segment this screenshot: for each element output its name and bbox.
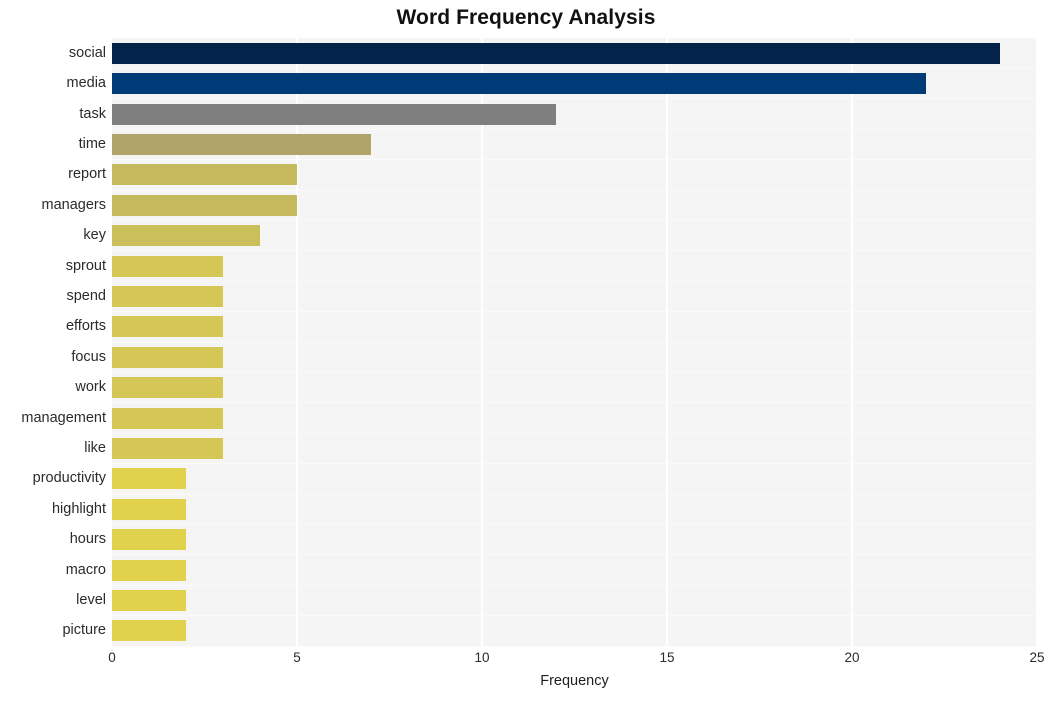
y-tick-label-key: key bbox=[83, 227, 106, 244]
row-separator bbox=[112, 311, 1037, 313]
y-tick-label-focus: focus bbox=[71, 348, 106, 365]
row-separator bbox=[112, 615, 1037, 617]
bar-highlight bbox=[112, 498, 186, 520]
y-tick-label-level: level bbox=[76, 591, 106, 608]
y-tick-label-work: work bbox=[75, 379, 106, 396]
y-tick-label-sprout: sprout bbox=[65, 257, 106, 274]
y-tick-label-time: time bbox=[78, 135, 106, 152]
bar-picture bbox=[112, 620, 186, 642]
y-axis-labels: social media task time report managers key spro… bbox=[0, 38, 106, 646]
y-tick-label-efforts: efforts bbox=[65, 318, 106, 335]
row-separator bbox=[112, 463, 1037, 465]
y-tick-label-picture: picture bbox=[62, 622, 106, 639]
y-tick-label-spend: spend bbox=[66, 287, 106, 304]
bar-management bbox=[112, 407, 223, 429]
row-separator bbox=[112, 67, 1037, 69]
x-tick-label-20: 20 bbox=[844, 650, 860, 665]
bar-key bbox=[112, 225, 260, 247]
bar-managers bbox=[112, 194, 297, 216]
row-separator bbox=[112, 402, 1037, 404]
y-tick-label-productivity: productivity bbox=[32, 470, 106, 487]
bar-spend bbox=[112, 285, 223, 307]
x-tick-label-10: 10 bbox=[474, 650, 490, 665]
x-tick-label-25: 25 bbox=[1029, 650, 1045, 665]
bar-work bbox=[112, 377, 223, 399]
bar-efforts bbox=[112, 316, 223, 338]
bar-hours bbox=[112, 529, 186, 551]
y-tick-label-task: task bbox=[79, 105, 106, 122]
y-tick-label-social: social bbox=[68, 44, 106, 61]
row-separator bbox=[112, 128, 1037, 130]
bar-time bbox=[112, 133, 371, 155]
row-separator bbox=[112, 219, 1037, 221]
word-frequency-chart: Word Frequency Analysis social media task t… bbox=[0, 0, 1052, 701]
row-separator bbox=[112, 371, 1037, 373]
bar-focus bbox=[112, 346, 223, 368]
row-separator bbox=[112, 189, 1037, 191]
row-separator bbox=[112, 554, 1037, 556]
row-separator bbox=[112, 432, 1037, 434]
bar-productivity bbox=[112, 468, 186, 490]
bar-task bbox=[112, 103, 556, 125]
row-separator bbox=[112, 341, 1037, 343]
y-tick-label-media: media bbox=[66, 75, 107, 92]
row-separator bbox=[112, 493, 1037, 495]
chart-title: Word Frequency Analysis bbox=[396, 6, 656, 29]
bar-level bbox=[112, 589, 186, 611]
y-tick-label-managers: managers bbox=[41, 196, 106, 213]
bar-sprout bbox=[112, 255, 223, 277]
bar-social bbox=[112, 42, 1000, 64]
x-tick-label-15: 15 bbox=[659, 650, 675, 665]
y-tick-label-hours: hours bbox=[69, 531, 106, 548]
bar-macro bbox=[112, 559, 186, 581]
y-tick-label-macro: macro bbox=[65, 561, 106, 578]
bar-media bbox=[112, 73, 926, 95]
x-axis-title: Frequency bbox=[540, 673, 609, 689]
x-tick-label-0: 0 bbox=[108, 650, 116, 665]
y-tick-label-report: report bbox=[68, 166, 106, 183]
bar-report bbox=[112, 164, 297, 186]
y-tick-label-highlight: highlight bbox=[51, 500, 106, 517]
x-axis-ticks: 0 5 10 15 20 25 bbox=[108, 646, 1044, 672]
y-tick-label-like: like bbox=[84, 439, 106, 456]
plot-area bbox=[112, 38, 1038, 647]
row-separator bbox=[112, 584, 1037, 586]
x-tick-label-5: 5 bbox=[293, 650, 301, 665]
bar-like bbox=[112, 437, 223, 459]
row-separator bbox=[112, 250, 1037, 252]
row-separator bbox=[112, 98, 1037, 100]
row-separator bbox=[112, 280, 1037, 282]
row-separator bbox=[112, 523, 1037, 525]
row-separator bbox=[112, 159, 1037, 161]
y-tick-label-management: management bbox=[21, 409, 106, 426]
